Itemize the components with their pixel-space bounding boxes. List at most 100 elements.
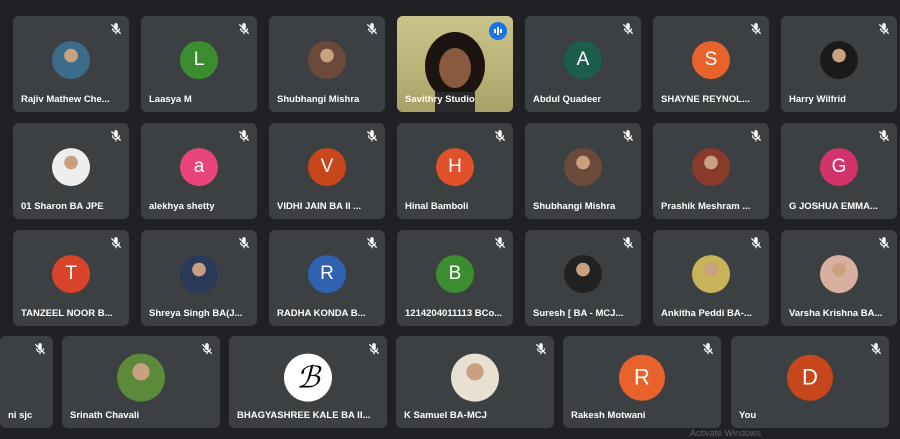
mic-muted-icon [365, 129, 379, 143]
participant-name: 01 Sharon BA JPE [21, 201, 104, 212]
avatar: L [180, 41, 218, 80]
mic-muted-icon [621, 236, 635, 250]
participant-name: Suresh [ BA - MCJ... [533, 308, 624, 319]
participant-tile[interactable]: D You [731, 336, 889, 428]
activate-windows-watermark: Activate Windows [690, 428, 762, 438]
mic-muted-icon [749, 22, 763, 36]
avatar: T [52, 255, 90, 294]
participant-name: SHAYNE REYNOL... [661, 94, 750, 105]
avatar [308, 41, 346, 80]
participant-name: Ankitha Peddi BA-... [661, 308, 752, 319]
mic-muted-icon [365, 22, 379, 36]
avatar: A [564, 41, 602, 80]
participant-name: Rajiv Mathew Che... [21, 94, 110, 105]
mic-muted-icon [237, 129, 251, 143]
avatar: H [436, 148, 474, 187]
participant-name: Srinath Chavali [70, 410, 140, 421]
participant-tile[interactable]: S SHAYNE REYNOL... [653, 16, 769, 112]
participant-name: Abdul Quadeer [533, 94, 602, 105]
mic-muted-icon [621, 22, 635, 36]
participant-tile[interactable]: Ankitha Peddi BA-... [653, 230, 769, 326]
participant-name: ni sjc [8, 410, 33, 421]
participant-grid: Rajiv Mathew Che... L Laasya M Shubhangi Mi… [0, 0, 900, 439]
avatar: a [180, 148, 218, 187]
participant-tile[interactable]: G G JOSHUA EMMA... [781, 123, 897, 219]
avatar-logo: ℬ [284, 353, 332, 402]
participant-name: 1214204011113 BCo... [405, 308, 503, 319]
mic-muted-icon [200, 342, 214, 356]
avatar [564, 255, 602, 294]
avatar [451, 353, 499, 402]
participant-name: BHAGYASHREE KALE BA II... [237, 410, 371, 421]
participant-tile[interactable]: Savithry Studio [397, 16, 513, 112]
mic-muted-icon [877, 236, 891, 250]
participant-tile[interactable]: R Rakesh Motwani [563, 336, 721, 428]
participant-tile[interactable]: Srinath Chavali [62, 336, 220, 428]
mic-muted-icon [877, 129, 891, 143]
participant-tile[interactable]: Shreya Singh BA(J... [141, 230, 257, 326]
mic-muted-icon [237, 236, 251, 250]
participant-tile[interactable]: H Hinal Bamboli [397, 123, 513, 219]
mic-muted-icon [33, 342, 47, 356]
participant-tile[interactable]: R RADHA KONDA B... [269, 230, 385, 326]
participant-tile[interactable]: T TANZEEL NOOR B... [13, 230, 129, 326]
participant-name: Shubhangi Mishra [533, 201, 616, 212]
avatar: D [787, 354, 833, 401]
avatar [692, 148, 730, 187]
avatar: G [820, 148, 858, 187]
avatar [117, 353, 165, 402]
participant-name: Savithry Studio [405, 94, 475, 105]
avatar: B [436, 255, 474, 294]
mic-muted-icon [367, 342, 381, 356]
mic-muted-icon [534, 342, 548, 356]
participant-name: Varsha Krishna BA... [789, 308, 883, 319]
participant-tile[interactable]: Shubhangi Mishra [269, 16, 385, 112]
mic-muted-icon [493, 129, 507, 143]
participant-name: Laasya M [149, 94, 192, 105]
participant-tile[interactable]: 01 Sharon BA JPE [13, 123, 129, 219]
mic-muted-icon [701, 342, 715, 356]
mic-muted-icon [109, 22, 123, 36]
participant-tile[interactable]: B 1214204011113 BCo... [397, 230, 513, 326]
avatar: S [692, 41, 730, 80]
participant-tile[interactable]: Shubhangi Mishra [525, 123, 641, 219]
mic-muted-icon [877, 22, 891, 36]
participant-tile[interactable]: Suresh [ BA - MCJ... [525, 230, 641, 326]
participant-name: You [739, 410, 757, 421]
participant-tile[interactable]: L Laasya M [141, 16, 257, 112]
avatar: R [619, 354, 665, 401]
participant-tile[interactable]: ni sjc [0, 336, 53, 428]
mic-muted-icon [109, 236, 123, 250]
participant-tile[interactable]: Rajiv Mathew Che... [13, 16, 129, 112]
participant-tile[interactable]: K Samuel BA-MCJ [396, 336, 554, 428]
avatar [692, 255, 730, 294]
avatar: V [308, 148, 346, 187]
avatar [180, 255, 218, 294]
avatar [564, 148, 602, 187]
mic-muted-icon [749, 236, 763, 250]
avatar [52, 148, 90, 187]
mic-muted-icon [749, 129, 763, 143]
participant-name: Shubhangi Mishra [277, 94, 360, 105]
participant-tile[interactable]: V VIDHI JAIN BA II ... [269, 123, 385, 219]
participant-name: Harry Wilfrid [789, 94, 846, 105]
participant-tile[interactable]: A Abdul Quadeer [525, 16, 641, 112]
mic-muted-icon [621, 129, 635, 143]
participant-tile[interactable]: ℬ BHAGYASHREE KALE BA II... [229, 336, 387, 428]
participant-tile[interactable]: Varsha Krishna BA... [781, 230, 897, 326]
participant-name: alekhya shetty [149, 201, 215, 212]
mic-muted-icon [869, 342, 883, 356]
avatar [820, 41, 858, 80]
participant-name: TANZEEL NOOR B... [21, 308, 113, 319]
speaking-indicator-icon [489, 22, 507, 40]
avatar [820, 255, 858, 294]
participant-name: Prashik Meshram ... [661, 201, 751, 212]
avatar: R [308, 255, 346, 294]
participant-tile[interactable]: Harry Wilfrid [781, 16, 897, 112]
mic-muted-icon [365, 236, 379, 250]
participant-name: Rakesh Motwani [571, 410, 646, 421]
participant-name: RADHA KONDA B... [277, 308, 366, 319]
participant-name: VIDHI JAIN BA II ... [277, 201, 362, 212]
participant-tile[interactable]: a alekhya shetty [141, 123, 257, 219]
participant-tile[interactable]: Prashik Meshram ... [653, 123, 769, 219]
